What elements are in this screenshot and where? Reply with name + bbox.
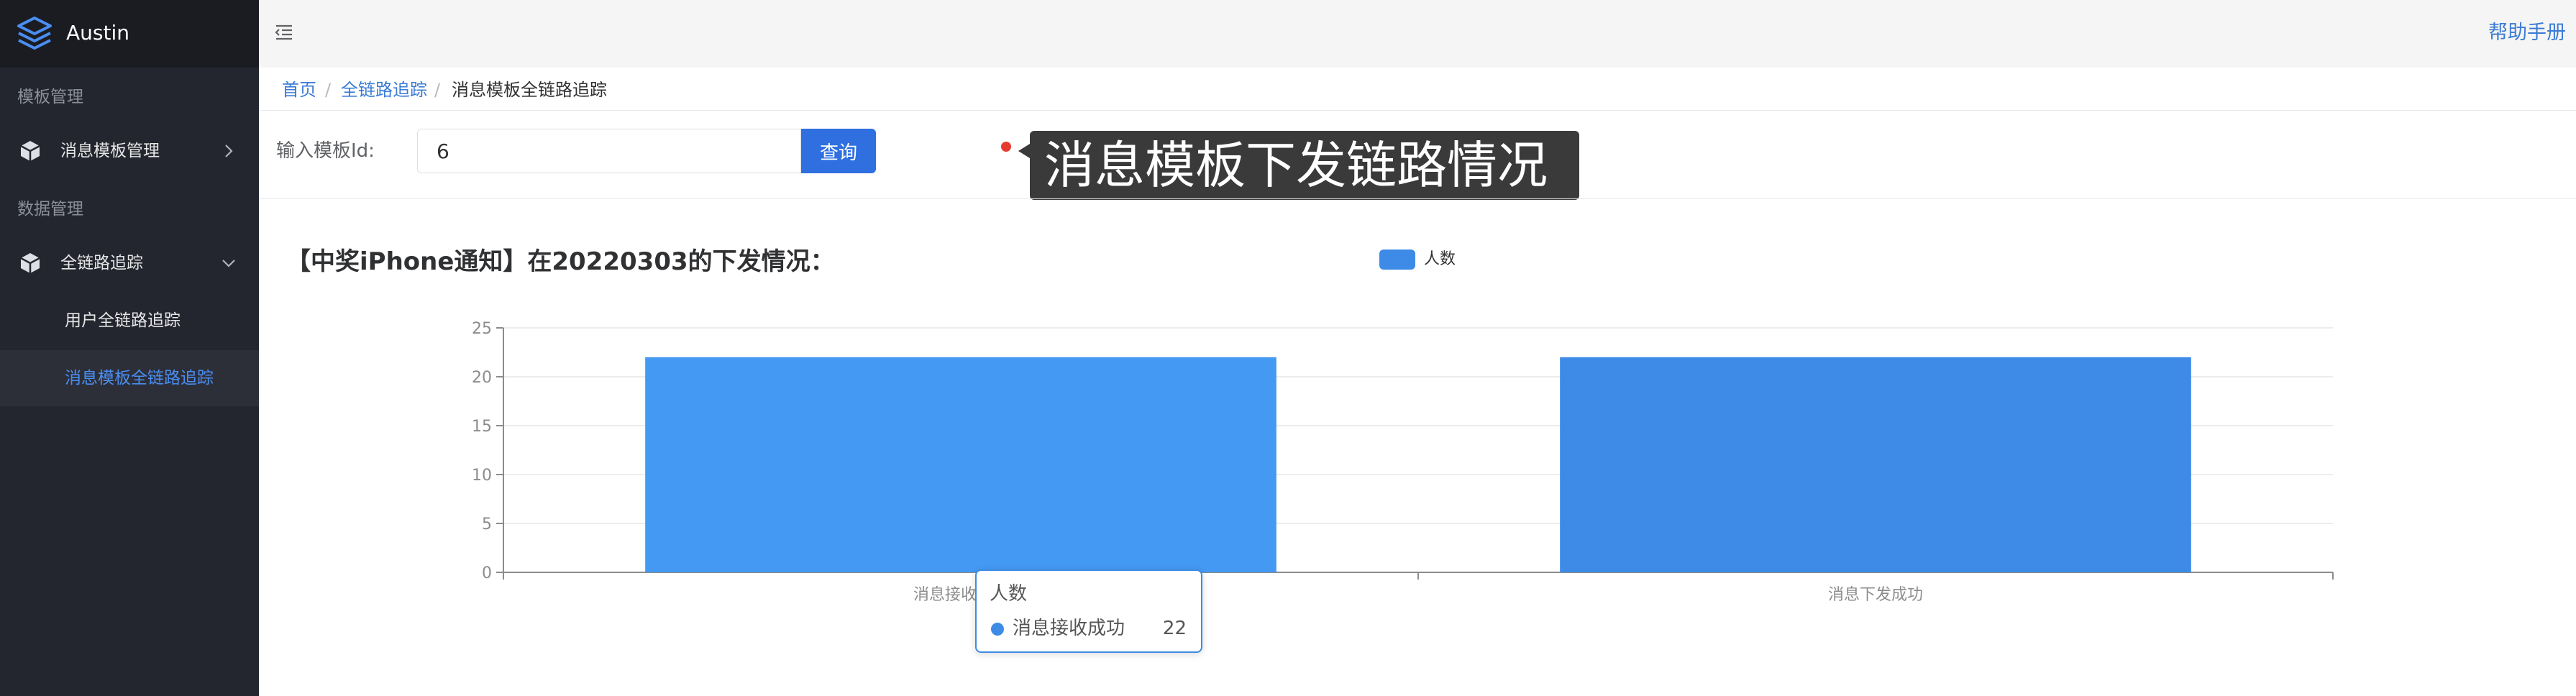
brand[interactable]: Austin <box>0 0 259 68</box>
sidebar: Austin 模板管理 消息模板管理 数据管理 全链路追踪 用户全链路追踪 消息… <box>0 0 259 696</box>
top-header: 帮助手册 <box>259 0 2576 68</box>
bar-0 <box>645 357 1276 572</box>
breadcrumb-separator: / <box>434 80 441 100</box>
bar-1 <box>1560 357 2191 572</box>
y-tick-label: 15 <box>472 418 492 436</box>
query-button[interactable]: 查询 <box>801 129 876 173</box>
sidebar-subitem-user-trace[interactable]: 用户全链路追踪 <box>0 293 259 349</box>
y-tick-label: 20 <box>472 369 492 387</box>
x-tick-label: 消息下发成功 <box>1828 586 1923 604</box>
chart-title: 【中奖iPhone通知】在20220303的下发情况： <box>286 247 835 276</box>
breadcrumb-home[interactable]: 首页 <box>282 78 316 102</box>
sidebar-subitem-label: 消息模板全链路追踪 <box>65 369 214 388</box>
sidebar-subitem-label: 用户全链路追踪 <box>65 311 181 330</box>
breadcrumb-separator: / <box>325 80 332 100</box>
sidebar-item-label: 消息模板管理 <box>60 142 160 160</box>
group-title-data: 数据管理 <box>17 200 83 219</box>
sidebar-subitem-template-trace[interactable]: 消息模板全链路追踪 <box>0 350 259 406</box>
chart-tooltip: 人数 消息接收成功 22 <box>975 569 1202 653</box>
legend-label: 人数 <box>1424 250 1456 268</box>
tooltip-caption: 消息模板下发链路情况 <box>1018 131 1579 200</box>
y-tick-label: 5 <box>482 516 492 534</box>
sidebar-item-label: 全链路追踪 <box>60 254 143 273</box>
cube-icon <box>20 253 40 273</box>
menu-fold-icon[interactable] <box>273 22 295 43</box>
bar-chart: 0510152025消息接收成功 消息下发成功 <box>472 320 2334 604</box>
divider <box>259 198 2576 199</box>
y-tick-label: 0 <box>482 564 492 582</box>
red-dot-marker <box>1001 142 1011 152</box>
cube-icon <box>20 141 40 161</box>
sidebar-item-template-management[interactable]: 消息模板管理 <box>0 123 259 179</box>
y-tick-label: 10 <box>472 467 492 485</box>
breadcrumb-current: 消息模板全链路追踪 <box>452 80 607 100</box>
chevron-right-icon <box>225 145 233 157</box>
legend-swatch <box>1379 249 1415 270</box>
y-tick-label: 25 <box>472 320 492 338</box>
chevron-down-icon <box>222 260 235 267</box>
tooltip-value: 22 <box>1162 618 1187 639</box>
stacked-layers-icon <box>17 17 52 50</box>
template-id-input[interactable] <box>417 129 801 173</box>
chart-legend[interactable]: 人数 <box>1379 249 1456 270</box>
tooltip-category: 消息接收成功 <box>1013 618 1125 639</box>
group-title-template: 模板管理 <box>17 88 83 106</box>
breadcrumb: 首页 / 全链路追踪 / 消息模板全链路追踪 <box>259 68 2576 111</box>
help-link[interactable]: 帮助手册 <box>2488 19 2566 47</box>
tooltip-series-dot <box>991 623 1004 636</box>
breadcrumb-trace[interactable]: 全链路追踪 <box>341 78 427 102</box>
template-id-label: 输入模板Id: <box>276 140 375 162</box>
tooltip-title: 人数 <box>990 583 1028 605</box>
brand-name: Austin <box>66 21 129 45</box>
sidebar-item-trace[interactable]: 全链路追踪 <box>0 235 259 291</box>
